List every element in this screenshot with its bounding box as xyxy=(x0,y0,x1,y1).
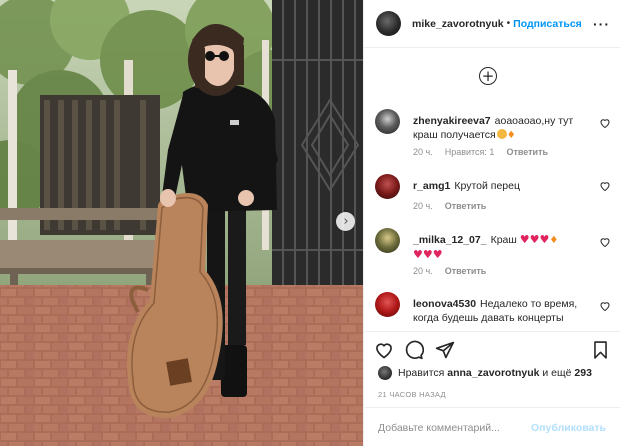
chevron-right-icon: › xyxy=(343,214,349,229)
comment-username[interactable]: leonova4530 xyxy=(413,298,476,310)
heart-outline-icon[interactable] xyxy=(599,300,611,312)
heart-outline-icon[interactable] xyxy=(599,117,611,129)
comment-meta: 20 ч. Нравится: 1 Ответить xyxy=(413,147,560,157)
comment-meta: 20 ч. Ответить xyxy=(413,201,498,211)
likes-summary: Нравится anna_zavorotnyuk и ещё 293 xyxy=(378,366,592,380)
post-sidebar: mike_zavorotnyuk • Подписаться ··· + zhe… xyxy=(363,0,620,446)
comment-username[interactable]: r_amg1 xyxy=(413,180,450,192)
comment-likes[interactable]: Нравится: 1 xyxy=(445,147,495,157)
commenter-avatar[interactable] xyxy=(375,228,400,253)
more-options-icon[interactable]: ··· xyxy=(593,16,610,32)
author-username[interactable]: mike_zavorotnyuk xyxy=(412,18,504,30)
comment-body: _milka_12_07_ Краш ♥♥♥♦ ♥♥♥ xyxy=(413,233,583,262)
commenter-avatar[interactable] xyxy=(375,292,400,317)
follow-button[interactable]: Подписаться xyxy=(513,18,582,30)
heart-emoji-icon: ♥ xyxy=(413,248,423,261)
heart-emoji-icon: ♥ xyxy=(422,248,433,261)
commenter-avatar[interactable] xyxy=(375,109,400,134)
publish-comment-button[interactable]: Опубликовать xyxy=(531,422,606,434)
likes-prefix: Нравится xyxy=(398,367,445,379)
post-timestamp[interactable]: 21 ЧАСОВ НАЗАД xyxy=(378,390,446,399)
comment-time: 20 ч. xyxy=(413,266,433,276)
heart-emoji-icon: ♥ xyxy=(519,233,530,246)
comment-time: 20 ч. xyxy=(413,147,433,157)
comment-body: zhenyakireeva7 аоаоаоао,ну тут краш получ… xyxy=(413,114,583,143)
comment-body: r_amg1 Крутой перец xyxy=(413,179,583,193)
liker-avatar[interactable] xyxy=(378,366,392,380)
likes-middle: и ещё xyxy=(542,367,572,379)
comment-text: Крутой перец xyxy=(454,180,520,192)
comment-time: 20 ч. xyxy=(413,201,433,211)
post-header: mike_zavorotnyuk • Подписаться ··· xyxy=(364,0,620,48)
reply-button[interactable]: Ответить xyxy=(445,201,487,211)
comment-item: _milka_12_07_ Краш ♥♥♥♦ ♥♥♥ 20 ч. Ответить xyxy=(375,228,611,280)
post-actions: Нравится anna_zavorotnyuk и ещё 293 21 Ч… xyxy=(364,331,620,446)
comment-item: r_amg1 Крутой перец 20 ч. Ответить xyxy=(375,174,611,214)
heart-emoji-icon: ♥ xyxy=(529,233,540,246)
post-image xyxy=(0,0,363,446)
bookmark-icon[interactable] xyxy=(591,340,610,360)
comment-username[interactable]: _milka_12_07_ xyxy=(413,234,487,246)
post-photo[interactable]: › xyxy=(0,0,363,446)
comment-item: leonova4530 Недалеко то время, когда буде… xyxy=(375,292,611,329)
add-comment-bar: Опубликовать xyxy=(364,407,620,446)
action-bar xyxy=(374,340,610,362)
heart-emoji-icon: ♥ xyxy=(539,233,550,246)
reply-button[interactable]: Ответить xyxy=(506,147,548,157)
liker-username[interactable]: anna_zavorotnyuk xyxy=(447,367,539,379)
author-avatar[interactable] xyxy=(376,11,401,36)
load-more-comments-button[interactable]: + xyxy=(479,67,497,85)
smiling-heart-eyes-emoji-icon xyxy=(496,129,507,139)
likes-count[interactable]: 293 xyxy=(574,367,592,379)
comment-input[interactable] xyxy=(378,421,532,434)
comment-item: zhenyakireeva7 аоаоаоао,ну тут краш получ… xyxy=(375,109,611,159)
commenter-avatar[interactable] xyxy=(375,174,400,199)
heart-outline-icon[interactable] xyxy=(599,236,611,248)
reply-button[interactable]: Ответить xyxy=(445,266,487,276)
comment-username[interactable]: zhenyakireeva7 xyxy=(413,115,491,127)
comment-text: Краш xyxy=(490,234,517,246)
heart-outline-icon[interactable] xyxy=(599,180,611,192)
heart-emoji-icon: ♥ xyxy=(432,248,443,261)
like-heart-icon[interactable] xyxy=(374,340,394,360)
fire-emoji-icon: ♦ xyxy=(549,235,559,246)
header-separator: • xyxy=(506,18,511,29)
comment-bubble-icon[interactable] xyxy=(404,340,424,360)
share-send-icon[interactable] xyxy=(435,340,455,360)
comment-meta: 20 ч. Ответить xyxy=(413,266,498,276)
comments-list: + zhenyakireeva7 аоаоаоао,ну тут краш пол… xyxy=(364,49,620,329)
fire-emoji-icon: ♦ xyxy=(506,130,516,141)
next-photo-button[interactable]: › xyxy=(336,212,355,231)
comment-body: leonova4530 Недалеко то время, когда буде… xyxy=(413,297,583,325)
plus-icon: + xyxy=(481,66,495,85)
